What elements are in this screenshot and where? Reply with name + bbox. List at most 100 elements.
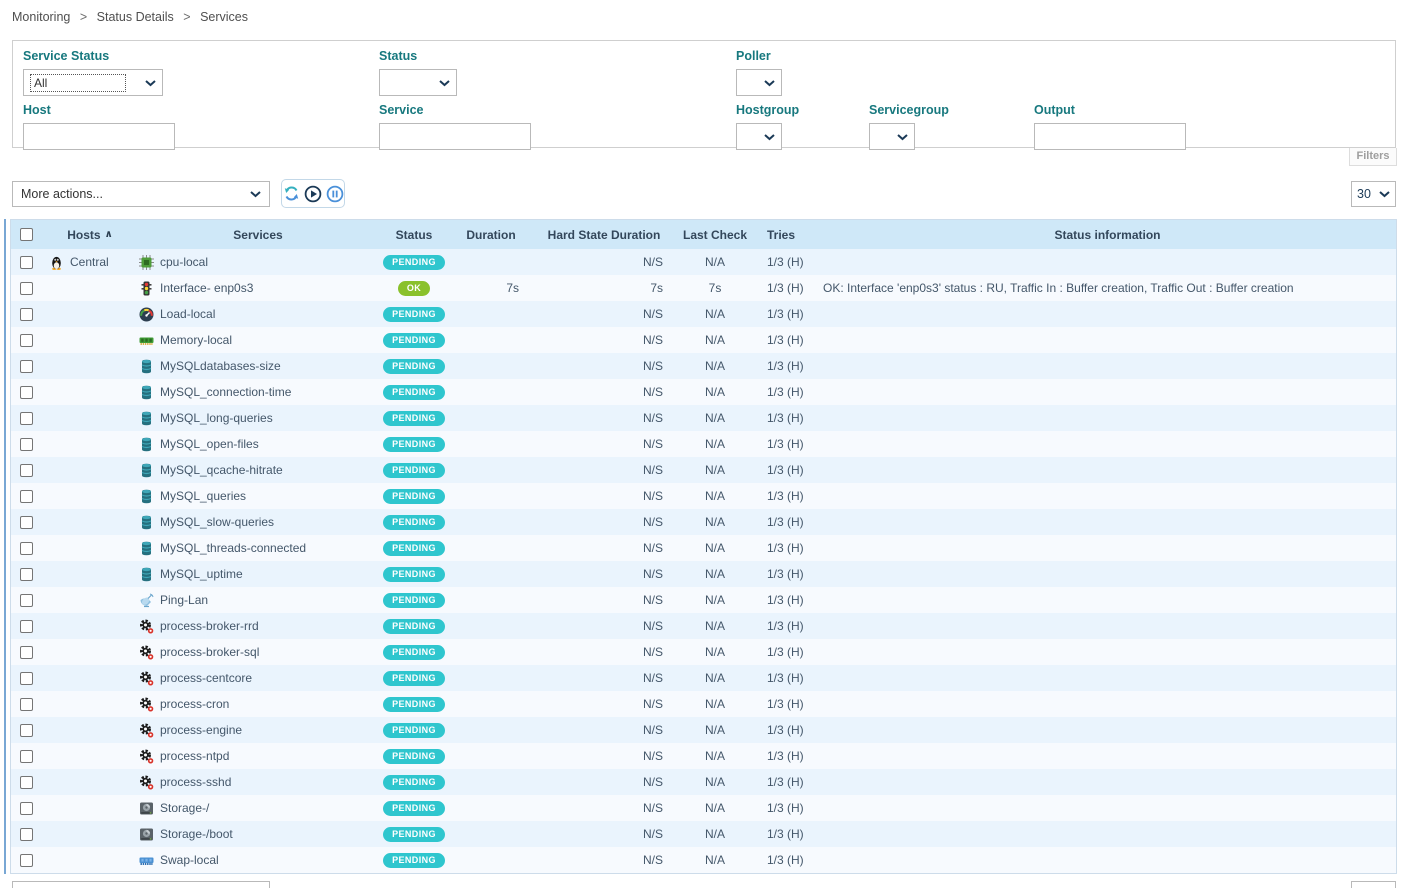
tries-value: 1/3 (H)	[753, 801, 819, 815]
hard-state-duration-value: N/S	[531, 593, 677, 607]
row-checkbox[interactable]	[20, 542, 33, 555]
service-name[interactable]: MySQL_connection-time	[160, 385, 291, 399]
last-check-value: N/A	[677, 749, 753, 763]
service-name[interactable]: Storage-/	[160, 801, 209, 815]
chevron-down-icon	[145, 79, 156, 87]
service-name[interactable]: process-centcore	[160, 671, 252, 685]
service-name[interactable]: Storage-/boot	[160, 827, 233, 841]
row-checkbox[interactable]	[20, 568, 33, 581]
row-checkbox[interactable]	[20, 646, 33, 659]
column-header-duration[interactable]: Duration	[451, 228, 531, 242]
service-name[interactable]: cpu-local	[160, 255, 208, 269]
page-size-select[interactable]: 30	[1351, 181, 1396, 207]
service-name[interactable]: Memory-local	[160, 333, 232, 347]
filters-tab[interactable]: Filters	[1349, 148, 1397, 166]
breadcrumb-item-monitoring[interactable]: Monitoring	[12, 10, 70, 24]
table-left-accent	[4, 219, 6, 874]
row-checkbox[interactable]	[20, 386, 33, 399]
row-checkbox[interactable]	[20, 464, 33, 477]
servicegroup-label: Servicegroup	[869, 103, 949, 117]
table-row: Load-localPENDINGN/SN/A1/3 (H)	[11, 301, 1396, 327]
service-name[interactable]: MySQL_threads-connected	[160, 541, 306, 555]
more-actions-select[interactable]: More actions...	[12, 181, 270, 207]
status-badge: PENDING	[383, 255, 445, 270]
host-input[interactable]	[23, 123, 175, 150]
column-header-last-check[interactable]: Last Check	[677, 228, 753, 242]
row-checkbox[interactable]	[20, 724, 33, 737]
play-icon[interactable]	[304, 185, 322, 203]
row-checkbox[interactable]	[20, 854, 33, 867]
hard-state-duration-value: N/S	[531, 333, 677, 347]
row-checkbox[interactable]	[20, 776, 33, 789]
service-name[interactable]: process-cron	[160, 697, 229, 711]
hostgroup-select[interactable]	[736, 123, 782, 150]
row-checkbox[interactable]	[20, 516, 33, 529]
service-name[interactable]: Ping-Lan	[160, 593, 208, 607]
column-header-services[interactable]: Services	[139, 228, 377, 242]
hard-state-duration-value: N/S	[531, 619, 677, 633]
hard-state-duration-value: N/S	[531, 723, 677, 737]
row-checkbox[interactable]	[20, 360, 33, 373]
service-name[interactable]: Load-local	[160, 307, 215, 321]
status-badge: PENDING	[383, 619, 445, 634]
row-checkbox[interactable]	[20, 594, 33, 607]
table-row: Swap-localPENDINGN/SN/A1/3 (H)	[11, 847, 1396, 873]
service-name[interactable]: MySQL_uptime	[160, 567, 243, 581]
column-header-hard-state-duration[interactable]: Hard State Duration	[531, 228, 677, 242]
footer-page-size-select[interactable]	[1351, 881, 1396, 888]
service-name[interactable]: process-sshd	[160, 775, 231, 789]
last-check-value: N/A	[677, 385, 753, 399]
row-checkbox[interactable]	[20, 802, 33, 815]
host-name[interactable]: Central	[70, 255, 109, 269]
column-header-tries[interactable]: Tries	[753, 228, 819, 242]
row-checkbox[interactable]	[20, 256, 33, 269]
service-name[interactable]: process-broker-rrd	[160, 619, 259, 633]
row-checkbox[interactable]	[20, 334, 33, 347]
chevron-down-icon	[897, 133, 908, 141]
row-checkbox[interactable]	[20, 412, 33, 425]
service-name[interactable]: Swap-local	[160, 853, 219, 867]
row-checkbox[interactable]	[20, 672, 33, 685]
service-name[interactable]: MySQLdatabases-size	[160, 359, 281, 373]
table-header: Hosts ∧ Services Status Duration Hard St…	[11, 220, 1396, 249]
breadcrumb-item-services[interactable]: Services	[200, 10, 248, 24]
output-input[interactable]	[1034, 123, 1186, 150]
footer-more-actions-select[interactable]	[12, 881, 270, 888]
row-checkbox[interactable]	[20, 620, 33, 633]
row-checkbox[interactable]	[20, 490, 33, 503]
service-name[interactable]: Interface- enp0s3	[160, 281, 253, 295]
service-name[interactable]: process-broker-sql	[160, 645, 259, 659]
status-select[interactable]	[379, 69, 457, 96]
service-name[interactable]: MySQL_queries	[160, 489, 246, 503]
poller-select[interactable]	[736, 69, 782, 96]
sort-ascending-icon[interactable]: ∧	[105, 229, 113, 240]
row-checkbox[interactable]	[20, 698, 33, 711]
servicegroup-select[interactable]	[869, 123, 915, 150]
row-checkbox[interactable]	[20, 282, 33, 295]
monitoring-controls	[281, 179, 345, 208]
status-badge: PENDING	[383, 853, 445, 868]
service-input[interactable]	[379, 123, 531, 150]
service-name[interactable]: MySQL_long-queries	[160, 411, 273, 425]
service-status-select[interactable]: All	[23, 69, 163, 96]
pause-icon[interactable]	[326, 185, 344, 203]
select-all-checkbox[interactable]	[20, 228, 33, 241]
row-checkbox[interactable]	[20, 750, 33, 763]
service-name[interactable]: MySQL_slow-queries	[160, 515, 274, 529]
row-checkbox[interactable]	[20, 308, 33, 321]
column-header-hosts[interactable]: Hosts ∧	[41, 228, 139, 242]
row-checkbox[interactable]	[20, 438, 33, 451]
refresh-icon[interactable]	[283, 185, 300, 202]
row-checkbox[interactable]	[20, 828, 33, 841]
column-header-status[interactable]: Status	[377, 228, 451, 242]
tux-icon	[49, 255, 64, 270]
last-check-value: N/A	[677, 619, 753, 633]
service-name[interactable]: MySQL_open-files	[160, 437, 259, 451]
service-name[interactable]: MySQL_qcache-hitrate	[160, 463, 283, 477]
column-header-status-information[interactable]: Status information	[819, 228, 1396, 242]
hard-state-duration-value: N/S	[531, 775, 677, 789]
service-name[interactable]: process-ntpd	[160, 749, 229, 763]
chevron-down-icon	[439, 79, 450, 87]
breadcrumb-item-status-details[interactable]: Status Details	[97, 10, 174, 24]
service-name[interactable]: process-engine	[160, 723, 242, 737]
